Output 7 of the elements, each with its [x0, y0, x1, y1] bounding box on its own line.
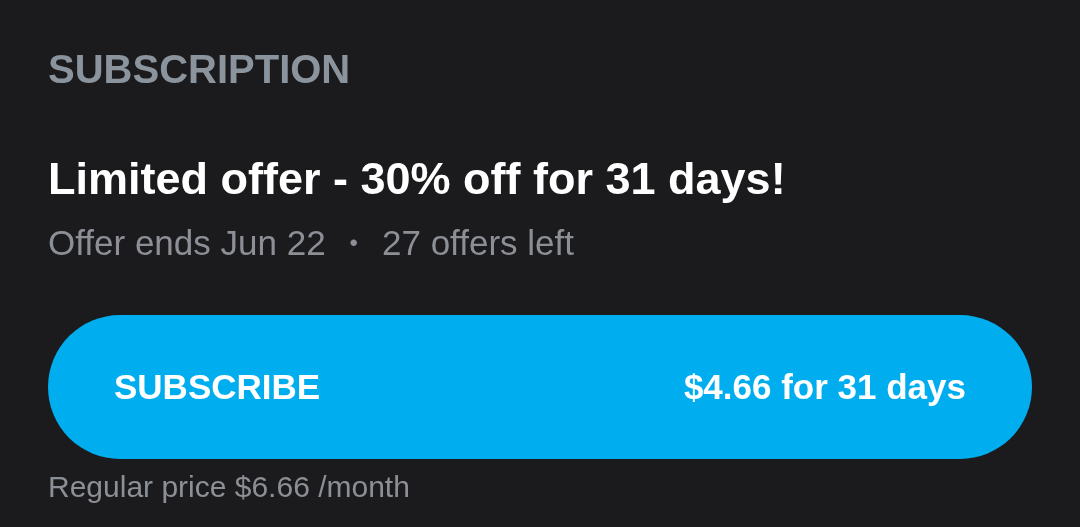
offer-end-date: Offer ends Jun 22	[48, 222, 326, 264]
subscribe-button[interactable]: SUBSCRIBE $4.66 for 31 days	[48, 315, 1032, 459]
offer-title: Limited offer - 30% off for 31 days!	[48, 152, 786, 206]
offers-left-count: 27 offers left	[382, 222, 574, 264]
regular-price: Regular price $6.66 /month	[48, 469, 410, 505]
section-heading: SUBSCRIPTION	[48, 46, 351, 93]
separator-dot: •	[349, 228, 358, 258]
